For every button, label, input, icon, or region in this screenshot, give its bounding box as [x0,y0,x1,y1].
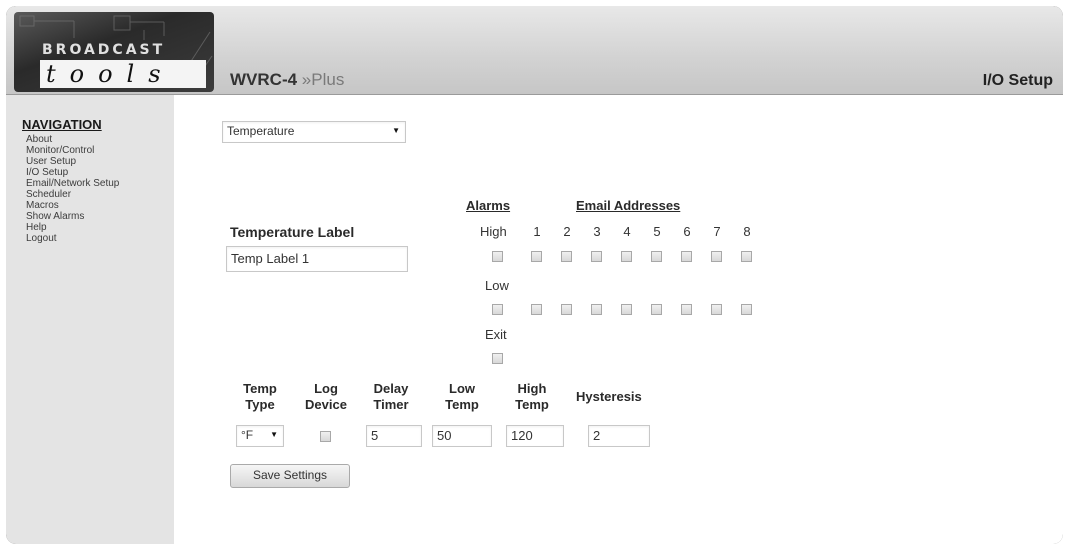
hysteresis-input[interactable]: 2 [588,425,650,447]
temp-type-select-value: °F [241,428,254,442]
high-email-5-checkbox[interactable] [651,251,662,262]
email-number-4: 4 [623,224,631,239]
high-email-4-checkbox[interactable] [621,251,632,262]
delay-timer-input[interactable]: 5 [366,425,422,447]
chevron-down-icon: ▼ [270,430,278,439]
chevron-double-right-icon: » [301,70,312,89]
delay-timer-value: 5 [371,428,379,443]
email-number-2: 2 [563,224,571,239]
high-email-6-checkbox[interactable] [681,251,692,262]
high-email-3-checkbox[interactable] [591,251,602,262]
email-addresses-heading: Email Addresses [576,198,681,213]
model-suffix: Plus [311,70,345,89]
page-title: I/O Setup [982,72,1053,89]
exit-label: Exit [485,327,507,342]
log-device-checkbox[interactable] [320,431,331,442]
io-type-select[interactable]: Temperature ▼ [222,121,406,143]
brand-line1: BROADCAST [42,42,166,58]
high-email-1-checkbox[interactable] [531,251,542,262]
high-label: High [480,224,507,239]
nav-title: NAVIGATION [22,117,102,132]
temp-type-header: Temp Type [243,381,277,412]
io-type-select-value: Temperature [227,124,295,138]
app-frame: BROADCAST tools WVRC-4 »Plus I/O Setup N… [6,6,1063,544]
exit-alarm-checkbox[interactable] [492,353,503,364]
temperature-label-value: Temp Label 1 [231,251,310,266]
low-label: Low [485,278,509,293]
brand-line2: tools [40,60,206,88]
model-label: WVRC-4 [230,70,298,89]
nav-item-show-alarms[interactable]: Show Alarms [26,211,119,222]
high-email-2-checkbox[interactable] [561,251,572,262]
temp-type-select[interactable]: °F ▼ [236,425,284,447]
sidebar: NAVIGATION About Monitor/Control User Se… [6,95,174,544]
low-email-6-checkbox[interactable] [681,304,692,315]
high-temp-value: 120 [511,428,533,443]
nav-item-io-setup[interactable]: I/O Setup [26,167,119,178]
broadcast-tools-logo: BROADCAST tools [14,12,214,92]
email-number-3: 3 [593,224,601,239]
low-email-7-checkbox[interactable] [711,304,722,315]
low-email-8-checkbox[interactable] [741,304,752,315]
nav-item-email-network-setup[interactable]: Email/Network Setup [26,178,119,189]
email-number-1: 1 [533,224,541,239]
high-temp-header: High Temp [515,381,549,412]
hysteresis-header: Hysteresis [576,389,642,404]
nav-item-monitor-control[interactable]: Monitor/Control [26,145,119,156]
nav-item-macros[interactable]: Macros [26,200,119,211]
high-temp-input[interactable]: 120 [506,425,564,447]
high-alarm-checkbox[interactable] [492,251,503,262]
nav-list: About Monitor/Control User Setup I/O Set… [26,134,119,244]
delay-timer-header: Delay Timer [373,381,409,412]
temperature-label-input[interactable]: Temp Label 1 [226,246,408,272]
log-device-header: Log Device [305,381,347,412]
high-email-8-checkbox[interactable] [741,251,752,262]
high-email-7-checkbox[interactable] [711,251,722,262]
hysteresis-value: 2 [593,428,601,443]
nav-item-logout[interactable]: Logout [26,233,119,244]
low-temp-header: Low Temp [445,381,479,412]
email-number-6: 6 [683,224,691,239]
alarms-heading: Alarms [466,198,511,213]
chevron-down-icon: ▼ [392,126,400,135]
low-alarm-checkbox[interactable] [492,304,503,315]
nav-item-help[interactable]: Help [26,222,119,233]
nav-item-about[interactable]: About [26,134,119,145]
nav-item-user-setup[interactable]: User Setup [26,156,119,167]
header: BROADCAST tools WVRC-4 »Plus I/O Setup [6,6,1063,95]
email-number-8: 8 [743,224,751,239]
nav-item-scheduler[interactable]: Scheduler [26,189,119,200]
low-email-5-checkbox[interactable] [651,304,662,315]
temperature-label-heading: Temperature Label [230,224,355,240]
main-content: Temperature ▼ Temperature Label Temp Lab… [174,95,1063,544]
low-email-1-checkbox[interactable] [531,304,542,315]
save-settings-button[interactable]: Save Settings [230,464,350,488]
email-number-5: 5 [653,224,661,239]
low-temp-value: 50 [437,428,452,443]
low-temp-input[interactable]: 50 [432,425,492,447]
low-email-3-checkbox[interactable] [591,304,602,315]
low-email-2-checkbox[interactable] [561,304,572,315]
email-number-7: 7 [713,224,721,239]
model-name: WVRC-4 »Plus [230,70,344,90]
low-email-4-checkbox[interactable] [621,304,632,315]
